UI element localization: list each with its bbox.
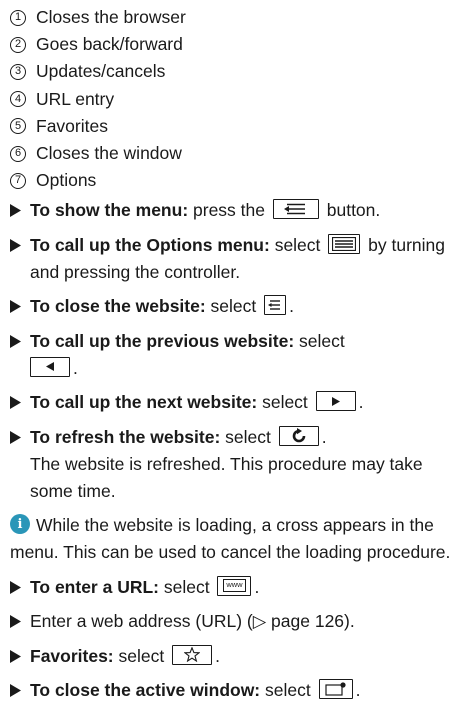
step-text: Enter a web address (URL) (▷ page 126).: [30, 611, 355, 631]
step-arrow-icon: [10, 389, 24, 416]
instruction-list: To show the menu: press the button. To c…: [10, 197, 454, 712]
step-arrow-icon: [10, 293, 24, 320]
step-favorites: Favorites: select .: [10, 643, 454, 670]
forward-arrow-icon: [315, 391, 356, 412]
step-close-website: To close the website: select .: [10, 293, 454, 320]
callout-number-icon: 1: [10, 9, 26, 26]
step-text: select: [260, 680, 316, 700]
callout-number-icon: 5: [10, 118, 26, 135]
step-text: select: [294, 330, 345, 351]
callout-legend: 1 Closes the browser 2 Goes back/forward…: [10, 4, 450, 194]
manual-page: 1 Closes the browser 2 Goes back/forward…: [0, 0, 460, 718]
step-arrow-icon: [10, 197, 24, 224]
legend-item-5: 5 Favorites: [10, 113, 450, 140]
step-result-text: The website is refreshed. This procedure…: [30, 453, 423, 501]
legend-item-6: 6 Closes the window: [10, 140, 450, 167]
close-window-icon: [318, 679, 353, 700]
legend-item-3: 3 Updates/cancels: [10, 58, 450, 85]
callout-number-icon: 6: [10, 145, 26, 162]
legend-text: Closes the browser: [36, 7, 186, 28]
step-text: press the: [188, 200, 270, 220]
step-enter-address: Enter a web address (URL) (▷ page 126).: [10, 608, 454, 635]
step-title: To call up the Options menu:: [30, 234, 270, 255]
step-text: .: [289, 296, 295, 316]
legend-item-1: 1 Closes the browser: [10, 4, 450, 31]
step-text: .: [254, 576, 260, 597]
close-website-icon: [264, 295, 287, 316]
step-title: To close the website:: [30, 296, 206, 316]
step-close-window: To close the active window: select .: [10, 677, 454, 704]
step-title: To call up the previous website:: [30, 330, 295, 351]
step-arrow-icon: [10, 328, 24, 355]
info-note: i While the website is loading, a cross a…: [10, 512, 454, 566]
url-entry-icon: www: [217, 575, 252, 596]
step-refresh-website: To refresh the website: select . The webs…: [10, 424, 454, 505]
legend-text: Goes back/forward: [36, 34, 183, 55]
legend-item-7: 7 Options: [10, 167, 450, 194]
step-text: .: [358, 392, 364, 412]
callout-number-icon: 2: [10, 36, 26, 53]
legend-text: URL entry: [36, 88, 115, 109]
step-text: .: [215, 645, 220, 666]
refresh-icon: [278, 425, 319, 446]
www-label: www: [223, 579, 246, 593]
step-title: To enter a URL:: [30, 576, 159, 597]
callout-number-icon: 7: [10, 172, 26, 189]
step-arrow-icon: [10, 643, 24, 670]
step-text: .: [355, 680, 361, 700]
step-title: To close the active window:: [30, 680, 261, 700]
step-arrow-icon: [10, 677, 24, 704]
step-arrow-icon: [10, 232, 24, 259]
step-text: select: [220, 426, 276, 447]
legend-item-4: 4 URL entry: [10, 86, 450, 113]
note-text: While the website is loading, a cross ap…: [10, 515, 451, 562]
legend-text: Favorites: [36, 115, 108, 136]
legend-text: Updates/cancels: [36, 61, 166, 82]
callout-number-icon: 3: [10, 63, 26, 80]
info-icon: i: [10, 514, 30, 535]
back-arrow-icon: [30, 356, 70, 377]
step-title: Favorites:: [30, 645, 114, 666]
step-text: select: [269, 234, 326, 255]
step-text: select: [159, 576, 215, 597]
step-text: select: [257, 392, 313, 412]
step-title: To refresh the website:: [30, 426, 221, 447]
step-text: button.: [321, 200, 381, 220]
step-text: select: [205, 296, 262, 316]
step-title: To call up the next website:: [30, 392, 258, 412]
callout-number-icon: 4: [10, 91, 26, 108]
step-show-menu: To show the menu: press the button.: [10, 197, 454, 224]
legend-text: Closes the window: [36, 143, 182, 164]
legend-text: Options: [36, 170, 97, 191]
step-previous-website: To call up the previous website: select …: [10, 328, 454, 382]
star-icon: [172, 644, 213, 665]
legend-item-2: 2 Goes back/forward: [10, 31, 450, 58]
step-text: .: [73, 357, 78, 378]
step-arrow-icon: [10, 424, 24, 451]
step-arrow-icon: [10, 608, 24, 635]
step-text: select: [113, 645, 170, 666]
step-options-menu: To call up the Options menu: select by t…: [10, 232, 454, 286]
step-text: .: [321, 426, 327, 447]
back-button-icon: [272, 199, 319, 220]
options-menu-icon: [328, 233, 361, 254]
step-enter-url: To enter a URL: select www.: [10, 574, 454, 601]
step-title: To show the menu:: [30, 200, 189, 220]
step-next-website: To call up the next website: select .: [10, 389, 454, 416]
step-arrow-icon: [10, 574, 24, 601]
